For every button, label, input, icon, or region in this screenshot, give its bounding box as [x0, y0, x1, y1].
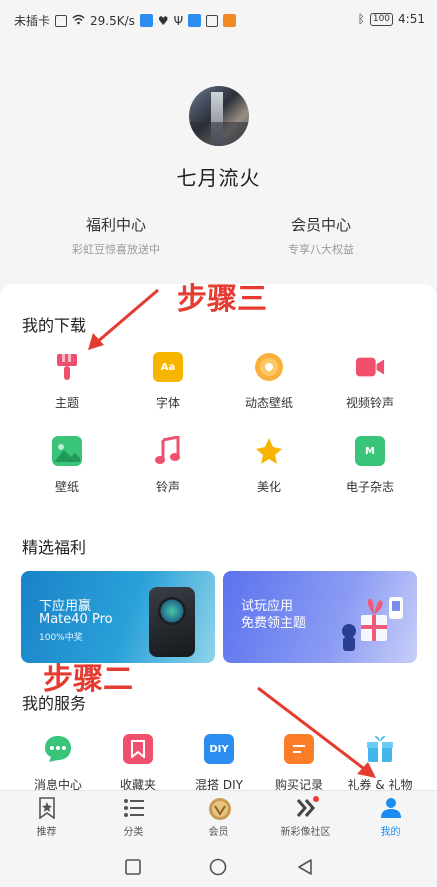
home-button[interactable]: [209, 858, 227, 876]
nav-tab-label: 会员: [208, 827, 229, 838]
annotation-step3: 步骤三: [177, 282, 267, 317]
nav-tab-member[interactable]: 会员: [175, 797, 262, 838]
community-chevrons-icon: [295, 796, 319, 819]
annotation-step2: 步骤二: [43, 662, 133, 697]
nav-tab-label: 我的: [380, 827, 401, 838]
nav-tab-label: 分类: [123, 827, 144, 838]
star-badge-icon: [36, 797, 58, 820]
bottom-nav: 推荐 分类 会员 新彩像社区 我的: [0, 790, 437, 848]
recent-apps-button[interactable]: [124, 858, 142, 876]
notification-dot: [312, 796, 319, 802]
nav-tab-category[interactable]: 分类: [90, 797, 177, 838]
back-button[interactable]: [296, 858, 314, 876]
system-navigation-bar: [0, 848, 437, 887]
vip-medal-icon: [208, 797, 231, 820]
nav-tab-label: 新彩像社区: [280, 827, 331, 838]
list-icon: [123, 797, 145, 819]
nav-tab-recommend[interactable]: 推荐: [3, 797, 90, 838]
annotation-arrows: [88, 288, 376, 778]
nav-tab-community[interactable]: 新彩像社区: [262, 796, 349, 838]
nav-tab-label: 推荐: [36, 827, 57, 838]
person-icon: [380, 797, 402, 819]
nav-tab-mine[interactable]: 我的: [347, 797, 434, 838]
